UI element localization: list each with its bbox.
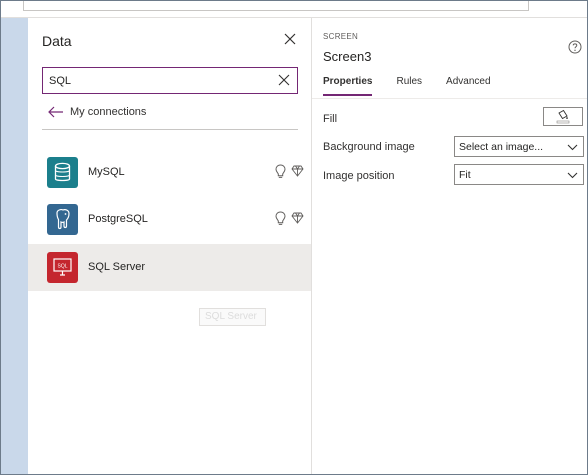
properties-panel: SCREEN Screen3 Properties Rules Advanced… [312,18,587,474]
search-input[interactable] [49,68,269,93]
connector-sql-server[interactable]: SQL SQL Server [28,244,311,291]
connector-postgresql[interactable]: PostgreSQL [28,196,311,243]
chevron-down-icon [567,144,578,151]
back-link-label: My connections [70,106,147,118]
tabs-divider [312,98,587,99]
help-icon [568,40,582,54]
chevron-down-icon [567,172,578,179]
connector-badges [275,211,305,227]
object-type-caption: SCREEN [323,32,359,41]
back-arrow-icon [48,106,63,118]
search-box [42,67,298,94]
app-window: Data My connections [0,0,588,475]
properties-tabs: Properties Rules Advanced [323,76,515,96]
data-panel: Data My connections [28,18,312,474]
mysql-database-icon [47,157,78,188]
background-image-dropdown[interactable]: Select an image... [454,136,584,157]
connector-mysql[interactable]: MySQL [28,149,311,196]
close-button[interactable] [281,30,299,48]
clear-search-button[interactable] [277,73,291,87]
panel-title: Data [42,33,72,49]
image-position-label: Image position [323,170,395,182]
formula-bar[interactable] [23,1,529,11]
connector-label: SQL Server [88,261,146,273]
lightbulb-icon [275,211,286,225]
background-image-value: Select an image... [459,141,544,153]
connector-label: MySQL [88,166,125,178]
paint-bucket-icon [556,109,570,124]
postgresql-elephant-icon [47,204,78,235]
tab-advanced[interactable]: Advanced [446,76,490,96]
image-position-dropdown[interactable]: Fit [454,164,584,185]
tab-rules[interactable]: Rules [396,76,422,96]
connector-label: PostgreSQL [88,213,148,225]
lightbulb-icon [275,164,286,178]
drag-tooltip: SQL Server [199,308,266,326]
fill-label: Fill [323,113,338,125]
background-image-label: Background image [323,141,415,153]
back-to-my-connections[interactable]: My connections [48,104,146,120]
image-position-value: Fit [459,169,471,181]
top-bar [1,1,587,18]
clear-icon [278,74,290,86]
connector-badges [275,164,305,180]
premium-diamond-icon [291,165,304,177]
sql-server-icon: SQL [47,252,78,283]
canvas-backdrop [1,18,28,474]
tab-properties[interactable]: Properties [323,76,373,96]
screen-name: Screen3 [323,49,372,64]
close-icon [284,33,296,45]
svg-text:SQL: SQL [57,264,67,270]
help-button[interactable] [568,40,582,54]
fill-color-picker[interactable] [543,107,583,126]
premium-diamond-icon [291,212,304,224]
divider [42,129,298,130]
